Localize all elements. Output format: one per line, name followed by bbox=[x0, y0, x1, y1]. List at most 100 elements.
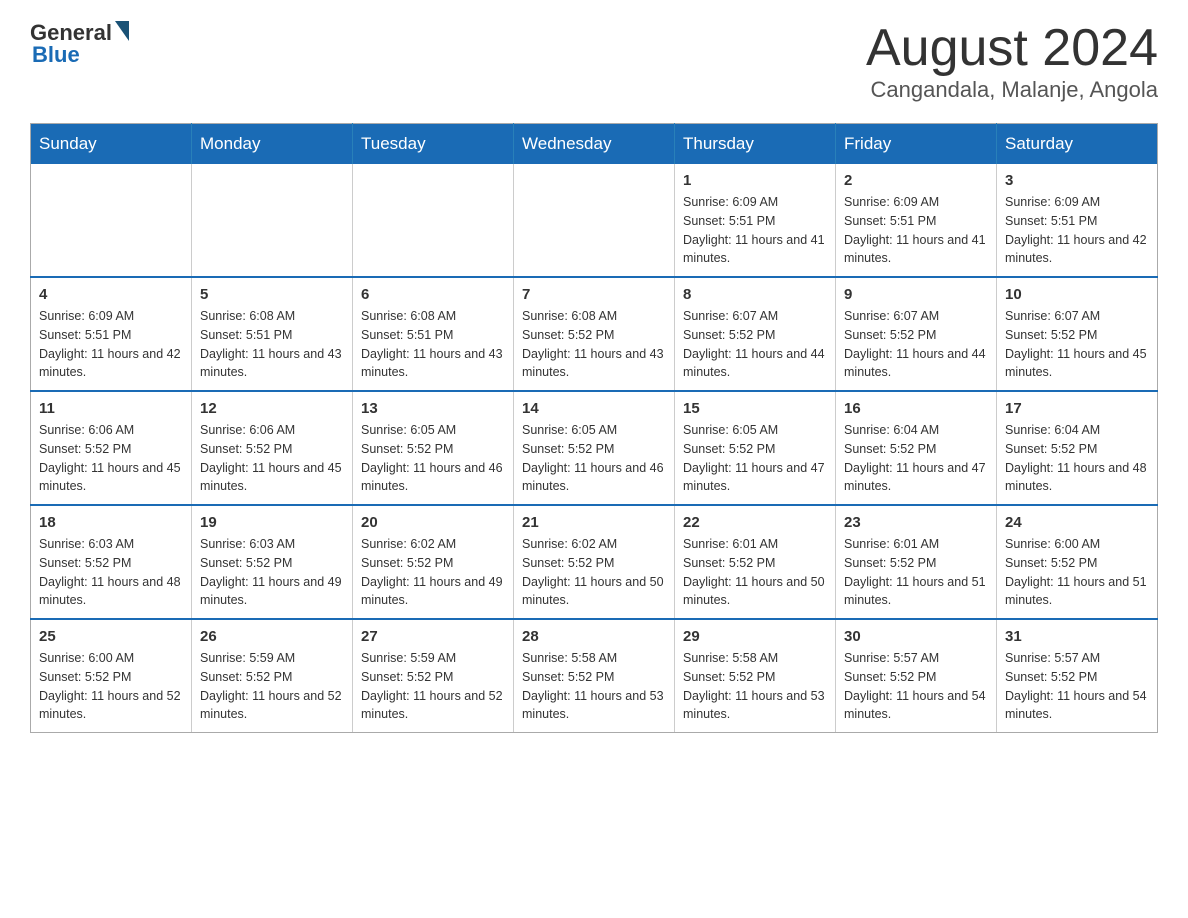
logo-triangle-icon bbox=[115, 21, 129, 41]
day-info-text: Sunrise: 6:06 AM bbox=[200, 421, 344, 440]
day-info-text: Sunset: 5:52 PM bbox=[844, 554, 988, 573]
day-info-text: Daylight: 11 hours and 49 minutes. bbox=[361, 573, 505, 611]
day-info-text: Sunrise: 6:08 AM bbox=[200, 307, 344, 326]
day-info-text: Daylight: 11 hours and 50 minutes. bbox=[522, 573, 666, 611]
day-info-text: Sunset: 5:52 PM bbox=[39, 554, 183, 573]
day-number: 17 bbox=[1005, 400, 1149, 417]
day-info-text: Daylight: 11 hours and 43 minutes. bbox=[200, 345, 344, 383]
day-info-text: Sunset: 5:51 PM bbox=[683, 212, 827, 231]
day-info-text: Daylight: 11 hours and 46 minutes. bbox=[522, 459, 666, 497]
day-info-text: Sunset: 5:51 PM bbox=[1005, 212, 1149, 231]
calendar-cell: 31Sunrise: 5:57 AMSunset: 5:52 PMDayligh… bbox=[997, 619, 1158, 733]
day-number: 29 bbox=[683, 628, 827, 645]
logo: General Blue bbox=[30, 20, 129, 68]
calendar-cell: 2Sunrise: 6:09 AMSunset: 5:51 PMDaylight… bbox=[836, 164, 997, 277]
calendar-cell: 27Sunrise: 5:59 AMSunset: 5:52 PMDayligh… bbox=[353, 619, 514, 733]
calendar-header-row: SundayMondayTuesdayWednesdayThursdayFrid… bbox=[31, 124, 1158, 165]
calendar-cell: 22Sunrise: 6:01 AMSunset: 5:52 PMDayligh… bbox=[675, 505, 836, 619]
day-info-text: Sunset: 5:52 PM bbox=[39, 440, 183, 459]
day-number: 12 bbox=[200, 400, 344, 417]
day-number: 3 bbox=[1005, 172, 1149, 189]
calendar-cell: 20Sunrise: 6:02 AMSunset: 5:52 PMDayligh… bbox=[353, 505, 514, 619]
day-number: 19 bbox=[200, 514, 344, 531]
day-info-text: Sunrise: 6:07 AM bbox=[683, 307, 827, 326]
day-info-text: Sunrise: 6:02 AM bbox=[361, 535, 505, 554]
calendar-week-row: 18Sunrise: 6:03 AMSunset: 5:52 PMDayligh… bbox=[31, 505, 1158, 619]
day-number: 27 bbox=[361, 628, 505, 645]
day-info-text: Daylight: 11 hours and 49 minutes. bbox=[200, 573, 344, 611]
day-info-text: Sunset: 5:51 PM bbox=[39, 326, 183, 345]
calendar-cell: 24Sunrise: 6:00 AMSunset: 5:52 PMDayligh… bbox=[997, 505, 1158, 619]
day-info-text: Sunset: 5:52 PM bbox=[361, 668, 505, 687]
calendar-table: SundayMondayTuesdayWednesdayThursdayFrid… bbox=[30, 123, 1158, 733]
day-info-text: Sunset: 5:52 PM bbox=[522, 440, 666, 459]
day-info-text: Daylight: 11 hours and 47 minutes. bbox=[683, 459, 827, 497]
day-info-text: Sunrise: 6:00 AM bbox=[39, 649, 183, 668]
day-info-text: Sunrise: 6:01 AM bbox=[683, 535, 827, 554]
calendar-cell: 10Sunrise: 6:07 AMSunset: 5:52 PMDayligh… bbox=[997, 277, 1158, 391]
day-info-text: Sunset: 5:51 PM bbox=[200, 326, 344, 345]
day-info-text: Sunset: 5:52 PM bbox=[1005, 668, 1149, 687]
location-subtitle: Cangandala, Malanje, Angola bbox=[866, 77, 1158, 103]
calendar-cell bbox=[31, 164, 192, 277]
day-info-text: Daylight: 11 hours and 46 minutes. bbox=[361, 459, 505, 497]
day-info-text: Daylight: 11 hours and 45 minutes. bbox=[39, 459, 183, 497]
day-number: 16 bbox=[844, 400, 988, 417]
day-info-text: Sunrise: 6:04 AM bbox=[1005, 421, 1149, 440]
calendar-cell bbox=[192, 164, 353, 277]
page-header: General Blue August 2024 Cangandala, Mal… bbox=[30, 20, 1158, 103]
day-number: 6 bbox=[361, 286, 505, 303]
day-info-text: Sunrise: 6:05 AM bbox=[361, 421, 505, 440]
day-number: 13 bbox=[361, 400, 505, 417]
day-info-text: Daylight: 11 hours and 53 minutes. bbox=[683, 687, 827, 725]
calendar-cell: 13 Sunrise: 6:05 AMSunset: 5:52 PMDayligh… bbox=[353, 391, 514, 505]
day-info-text: Daylight: 11 hours and 51 minutes. bbox=[844, 573, 988, 611]
day-info-text: Sunrise: 5:58 AM bbox=[522, 649, 666, 668]
day-info-text: Daylight: 11 hours and 52 minutes. bbox=[200, 687, 344, 725]
day-info-text: Sunset: 5:52 PM bbox=[683, 554, 827, 573]
day-info-text: Sunset: 5:52 PM bbox=[522, 668, 666, 687]
day-info-text: Daylight: 11 hours and 44 minutes. bbox=[844, 345, 988, 383]
day-info-text: Daylight: 11 hours and 44 minutes. bbox=[683, 345, 827, 383]
calendar-cell: 3Sunrise: 6:09 AMSunset: 5:51 PMDaylight… bbox=[997, 164, 1158, 277]
day-info-text: Sunset: 5:52 PM bbox=[683, 668, 827, 687]
day-number: 4 bbox=[39, 286, 183, 303]
day-info-text: Sunrise: 6:08 AM bbox=[522, 307, 666, 326]
day-number: 26 bbox=[200, 628, 344, 645]
day-info-text: Sunset: 5:52 PM bbox=[361, 440, 505, 459]
logo-blue-text: Blue bbox=[32, 42, 80, 68]
day-number: 22 bbox=[683, 514, 827, 531]
day-info-text: Sunrise: 6:05 AM bbox=[522, 421, 666, 440]
calendar-week-row: 25Sunrise: 6:00 AMSunset: 5:52 PMDayligh… bbox=[31, 619, 1158, 733]
day-info-text: Daylight: 11 hours and 52 minutes. bbox=[39, 687, 183, 725]
calendar-cell: 30Sunrise: 5:57 AMSunset: 5:52 PMDayligh… bbox=[836, 619, 997, 733]
day-number: 9 bbox=[844, 286, 988, 303]
day-number: 14 bbox=[522, 400, 666, 417]
day-info-text: Sunset: 5:52 PM bbox=[1005, 440, 1149, 459]
day-info-text: Sunrise: 6:07 AM bbox=[1005, 307, 1149, 326]
day-info-text: Sunset: 5:51 PM bbox=[361, 326, 505, 345]
day-info-text: Daylight: 11 hours and 43 minutes. bbox=[522, 345, 666, 383]
day-number: 21 bbox=[522, 514, 666, 531]
calendar-header-friday: Friday bbox=[836, 124, 997, 165]
calendar-cell: 26Sunrise: 5:59 AMSunset: 5:52 PMDayligh… bbox=[192, 619, 353, 733]
day-info-text: Sunset: 5:51 PM bbox=[844, 212, 988, 231]
day-info-text: Sunrise: 5:59 AM bbox=[361, 649, 505, 668]
day-info-text: Daylight: 11 hours and 51 minutes. bbox=[1005, 573, 1149, 611]
day-number: 2 bbox=[844, 172, 988, 189]
day-info-text: Daylight: 11 hours and 53 minutes. bbox=[522, 687, 666, 725]
calendar-cell: 4Sunrise: 6:09 AMSunset: 5:51 PMDaylight… bbox=[31, 277, 192, 391]
calendar-cell: 16Sunrise: 6:04 AMSunset: 5:52 PMDayligh… bbox=[836, 391, 997, 505]
day-info-text: Sunrise: 6:05 AM bbox=[683, 421, 827, 440]
day-info-text: Sunrise: 6:00 AM bbox=[1005, 535, 1149, 554]
day-info-text: Daylight: 11 hours and 41 minutes. bbox=[683, 231, 827, 269]
day-info-text: Sunset: 5:52 PM bbox=[1005, 326, 1149, 345]
day-info-text: Daylight: 11 hours and 45 minutes. bbox=[200, 459, 344, 497]
day-info-text: Sunrise: 5:59 AM bbox=[200, 649, 344, 668]
calendar-cell: 25Sunrise: 6:00 AMSunset: 5:52 PMDayligh… bbox=[31, 619, 192, 733]
calendar-cell: 21Sunrise: 6:02 AMSunset: 5:52 PMDayligh… bbox=[514, 505, 675, 619]
day-info-text: Sunset: 5:52 PM bbox=[200, 440, 344, 459]
day-info-text: Sunset: 5:52 PM bbox=[39, 668, 183, 687]
day-info-text: Daylight: 11 hours and 54 minutes. bbox=[1005, 687, 1149, 725]
day-info-text: Daylight: 11 hours and 48 minutes. bbox=[39, 573, 183, 611]
